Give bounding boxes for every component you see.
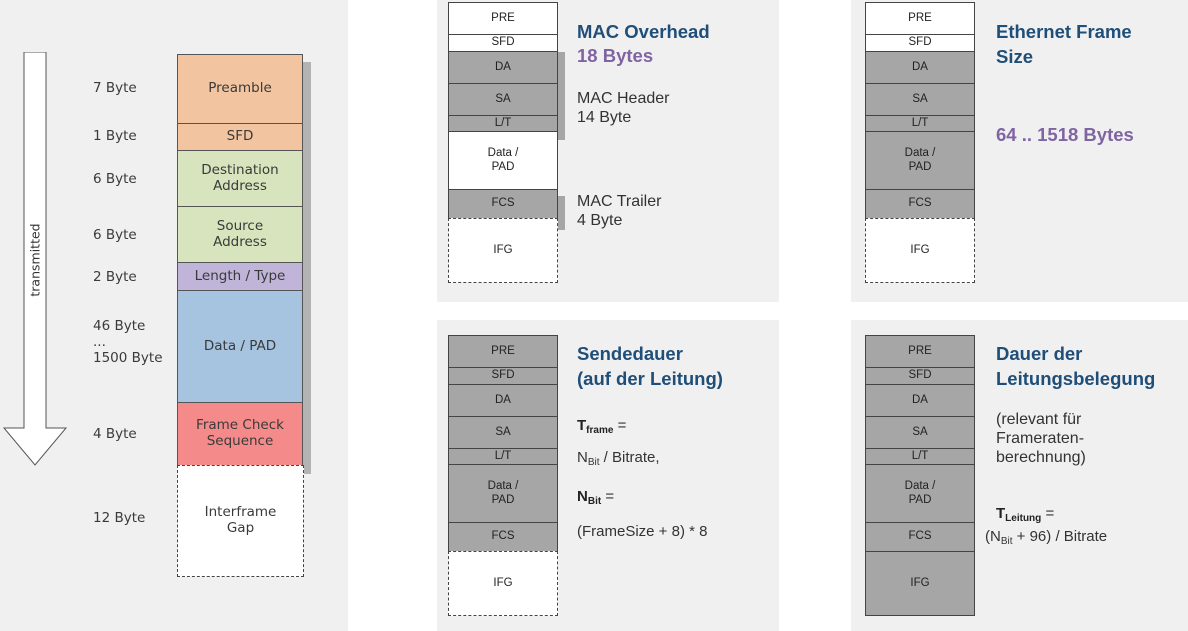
mac-overhead-size: 18 Bytes (577, 45, 654, 66)
byte-label-length: 2 Byte (93, 269, 137, 285)
mac-overhead-title: MAC Overhead (577, 21, 710, 42)
cell-fcs: FCS (865, 189, 975, 219)
cell-data-pad: Data / PAD (448, 464, 558, 523)
cell-sfd: SFD (865, 367, 975, 385)
cell-fcs: FCS (448, 189, 558, 219)
formula-t-leitung: TLeitung = (996, 505, 1055, 524)
byte-label-destination: 6 Byte (93, 171, 137, 187)
byte-label-sfd: 1 Byte (93, 128, 137, 144)
formula-t-leitung-value: (NBit + 96) / Bitrate (985, 528, 1108, 547)
field-preamble: Preamble (177, 54, 303, 124)
cell-sa: SA (448, 416, 558, 449)
arrow-label: transmitted (27, 223, 43, 297)
cell-ifg: IFG (448, 218, 558, 283)
field-destination-address: Destination Address (177, 150, 303, 207)
cell-lt: L/T (448, 448, 558, 465)
field-data-pad: Data / PAD (177, 290, 303, 403)
cell-da: DA (448, 51, 558, 84)
cell-da: DA (448, 384, 558, 417)
belegung-note: (relevant für Frameraten- berechnung) (996, 411, 1086, 467)
belegung-title: Dauer der Leitungsbelegung (996, 343, 1156, 389)
cell-fcs: FCS (448, 522, 558, 552)
byte-label-data: 46 Byte ... 1500 Byte (93, 318, 163, 367)
cell-pre: PRE (448, 2, 558, 35)
byte-label-ifg: 12 Byte (93, 510, 146, 526)
cell-data-pad: Data / PAD (448, 131, 558, 190)
cell-ifg: IFG (448, 551, 558, 616)
formula-t-frame: Tframe = (577, 417, 627, 436)
cell-data-pad: Data / PAD (865, 131, 975, 190)
cell-pre: PRE (865, 2, 975, 35)
cell-pre: PRE (865, 335, 975, 368)
field-interframe-gap: Interframe Gap (177, 465, 304, 577)
cell-ifg: IFG (865, 551, 975, 616)
cell-sfd: SFD (448, 367, 558, 385)
byte-label-preamble: 7 Byte (93, 80, 137, 96)
cell-data-pad: Data / PAD (865, 464, 975, 523)
cell-pre: PRE (448, 335, 558, 368)
mac-trailer-bracket (557, 196, 565, 230)
mac-header-bracket (557, 52, 565, 140)
cell-sa: SA (865, 83, 975, 116)
cell-da: DA (865, 51, 975, 84)
cell-ifg: IFG (865, 218, 975, 283)
frame-structure-panel: transmitted 7 Byte 1 Byte 6 Byte 6 Byte … (0, 0, 348, 631)
field-sfd: SFD (177, 123, 303, 151)
frame-size-title: Ethernet Frame Size (996, 21, 1132, 67)
formula-n-bit-value: (FrameSize + 8) * 8 (577, 523, 708, 540)
byte-label-fcs: 4 Byte (93, 426, 137, 442)
field-frame-check-sequence: Frame Check Sequence (177, 402, 303, 466)
cell-sa: SA (448, 83, 558, 116)
formula-n-bit: NBit = (577, 488, 615, 507)
cell-lt: L/T (448, 115, 558, 132)
cell-da: DA (865, 384, 975, 417)
cell-fcs: FCS (865, 522, 975, 552)
sendedauer-title: Sendedauer (auf der Leitung) (577, 343, 723, 389)
cell-lt: L/T (865, 115, 975, 132)
field-length-type: Length / Type (177, 262, 303, 291)
mac-header-label: MAC Header 14 Byte (577, 90, 670, 127)
cell-sa: SA (865, 416, 975, 449)
formula-t-frame-value: NBit / Bitrate, (577, 449, 660, 468)
cell-lt: L/T (865, 448, 975, 465)
mac-trailer-label: MAC Trailer 4 Byte (577, 193, 662, 230)
byte-label-source: 6 Byte (93, 227, 137, 243)
field-source-address: Source Address (177, 206, 303, 263)
cell-sfd: SFD (448, 34, 558, 52)
frame-size-range: 64 .. 1518 Bytes (996, 124, 1134, 145)
cell-sfd: SFD (865, 34, 975, 52)
